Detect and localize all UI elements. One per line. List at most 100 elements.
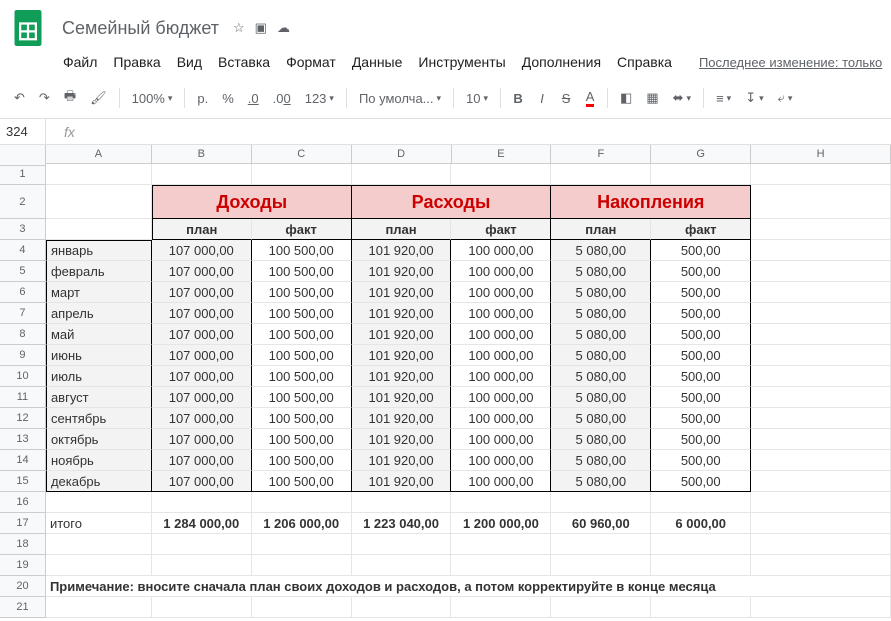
cell[interactable]: 100 000,00	[451, 366, 551, 387]
cell[interactable]: 107 000,00	[152, 387, 252, 408]
cell[interactable]	[46, 555, 152, 576]
subheader[interactable]: план	[352, 219, 452, 240]
cell[interactable]	[751, 408, 891, 429]
cell[interactable]: 500,00	[651, 261, 751, 282]
cell[interactable]	[46, 597, 152, 618]
cell[interactable]	[252, 555, 352, 576]
cell[interactable]	[46, 219, 152, 240]
move-icon[interactable]: ▣	[255, 20, 267, 36]
month-cell[interactable]: февраль	[46, 261, 152, 282]
cell[interactable]: 101 920,00	[352, 324, 452, 345]
cell[interactable]: 101 920,00	[352, 282, 452, 303]
cell[interactable]: 5 080,00	[551, 450, 651, 471]
cell[interactable]: 101 920,00	[352, 471, 452, 492]
cell[interactable]: 100 000,00	[451, 450, 551, 471]
cell[interactable]	[451, 534, 551, 555]
cell[interactable]: 101 920,00	[352, 387, 452, 408]
note-cell[interactable]: Примечание: вносите сначала план своих д…	[46, 576, 891, 597]
dec-increase-button[interactable]: .00	[267, 86, 297, 111]
cell[interactable]: 5 080,00	[551, 345, 651, 366]
cell[interactable]	[152, 597, 252, 618]
row-header[interactable]: 15	[0, 471, 46, 492]
cell[interactable]	[751, 534, 891, 555]
menu-view[interactable]: Вид	[170, 52, 209, 72]
col-header[interactable]: H	[751, 145, 891, 163]
cell[interactable]: 100 500,00	[252, 282, 352, 303]
cell[interactable]: 5 080,00	[551, 324, 651, 345]
cell[interactable]: 100 000,00	[451, 471, 551, 492]
cell[interactable]: 107 000,00	[152, 408, 252, 429]
row-header[interactable]: 17	[0, 513, 46, 534]
row-header[interactable]: 8	[0, 324, 46, 345]
cell[interactable]: 1 206 000,00	[252, 513, 352, 534]
cell[interactable]	[751, 261, 891, 282]
cell[interactable]: 6 000,00	[651, 513, 751, 534]
fill-color-button[interactable]: ◧	[614, 85, 638, 111]
month-cell[interactable]: октябрь	[46, 429, 152, 450]
cell[interactable]: 101 920,00	[352, 345, 452, 366]
row-header[interactable]: 5	[0, 261, 46, 282]
undo-icon[interactable]: ↶	[8, 85, 31, 111]
menu-tools[interactable]: Инструменты	[411, 52, 512, 72]
cell[interactable]: 100 500,00	[252, 408, 352, 429]
month-cell[interactable]: сентябрь	[46, 408, 152, 429]
halign-dropdown[interactable]: ≡▾	[710, 87, 737, 110]
cell[interactable]: 107 000,00	[152, 240, 252, 261]
percent-button[interactable]: %	[216, 86, 240, 111]
cell[interactable]	[551, 597, 651, 618]
cell[interactable]	[751, 219, 891, 240]
cell[interactable]: 500,00	[651, 471, 751, 492]
header-income[interactable]: Доходы	[152, 185, 352, 219]
cell[interactable]: 100 500,00	[252, 450, 352, 471]
row-header[interactable]: 19	[0, 555, 46, 576]
subheader[interactable]: факт	[252, 219, 352, 240]
row-header[interactable]: 9	[0, 345, 46, 366]
cell[interactable]: 100 500,00	[252, 261, 352, 282]
cell[interactable]	[252, 597, 352, 618]
row-header[interactable]: 4	[0, 240, 46, 261]
cell[interactable]	[751, 387, 891, 408]
print-icon[interactable]: 🖶	[58, 82, 82, 114]
text-color-button[interactable]: A	[579, 84, 601, 112]
cell[interactable]: 100 000,00	[451, 240, 551, 261]
cell[interactable]: 500,00	[651, 345, 751, 366]
valign-dropdown[interactable]: ↧▾	[739, 86, 769, 110]
cell[interactable]: 100 500,00	[252, 387, 352, 408]
cell[interactable]: 100 500,00	[252, 366, 352, 387]
cell[interactable]: 5 080,00	[551, 261, 651, 282]
formula-input[interactable]	[93, 127, 891, 137]
cell[interactable]: 1 223 040,00	[352, 513, 452, 534]
row-header[interactable]: 21	[0, 597, 46, 618]
spreadsheet-grid[interactable]: A B C D E F G H 12ДоходыРасходыНакоплени…	[0, 145, 891, 618]
cell[interactable]: 500,00	[651, 387, 751, 408]
cell[interactable]	[651, 534, 751, 555]
cell[interactable]: 500,00	[651, 282, 751, 303]
cell[interactable]	[651, 597, 751, 618]
row-header[interactable]: 6	[0, 282, 46, 303]
currency-button[interactable]: р.	[191, 86, 214, 111]
cell[interactable]: 100 500,00	[252, 429, 352, 450]
name-box[interactable]: 324	[0, 119, 46, 144]
month-cell[interactable]: декабрь	[46, 471, 152, 492]
cell[interactable]	[352, 164, 452, 185]
cell[interactable]	[451, 164, 551, 185]
doc-title[interactable]: Семейный бюджет	[56, 16, 225, 41]
row-header[interactable]: 12	[0, 408, 46, 429]
row-header[interactable]: 18	[0, 534, 46, 555]
cell[interactable]: 100 500,00	[252, 240, 352, 261]
cell[interactable]: 101 920,00	[352, 429, 452, 450]
cell[interactable]: 500,00	[651, 429, 751, 450]
merge-dropdown[interactable]: ⬌▾	[667, 86, 697, 110]
cell[interactable]: 100 000,00	[451, 408, 551, 429]
cell[interactable]: 107 000,00	[152, 450, 252, 471]
col-header[interactable]: D	[352, 145, 452, 163]
star-icon[interactable]: ☆	[233, 20, 245, 36]
cell[interactable]: 101 920,00	[352, 450, 452, 471]
month-cell[interactable]: май	[46, 324, 152, 345]
row-header[interactable]: 20	[0, 576, 46, 597]
cell[interactable]	[651, 555, 751, 576]
cell[interactable]	[751, 555, 891, 576]
cell[interactable]	[751, 345, 891, 366]
strike-button[interactable]: S	[555, 86, 577, 111]
cell[interactable]: 107 000,00	[152, 324, 252, 345]
